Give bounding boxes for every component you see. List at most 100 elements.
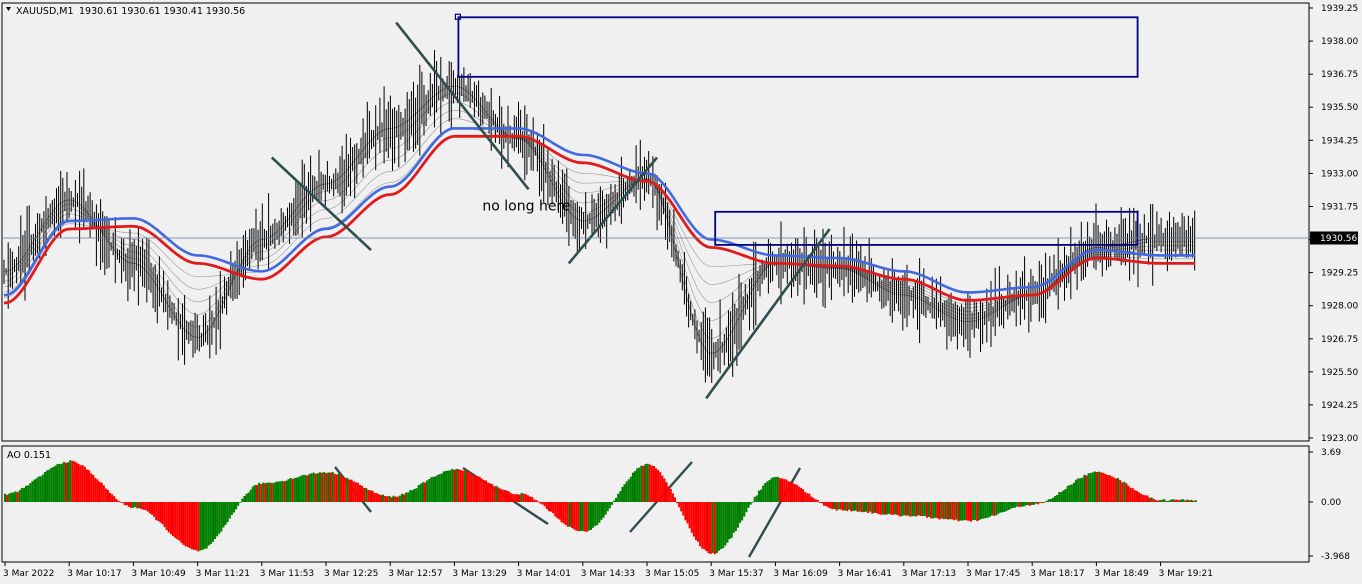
ao-bar [224,502,227,525]
ao-bar [419,483,422,502]
ao-bar [852,502,855,511]
ao-bar [552,502,555,514]
ao-bar [1075,479,1078,502]
price-tick-label: 1928.00 [1321,302,1358,312]
ao-bar [881,502,884,515]
ao-bar [867,502,870,514]
ao-bar [598,502,601,523]
ao-bar [184,502,187,547]
ao-bar [1140,493,1143,502]
ohlc-label: 1930.61 1930.61 1930.41 1930.56 [79,6,245,17]
ao-bar [827,502,830,508]
annotation-text[interactable]: no long here [482,198,570,214]
ao-bar [770,478,773,502]
ao-bar [1091,472,1094,502]
ao-bar [361,485,364,502]
ao-bar [1041,502,1044,504]
ao-bar [997,502,1000,514]
ao-bar [522,493,525,502]
ao-bar [388,495,391,502]
ao-bar [585,502,588,532]
ao-bar [676,502,679,504]
ao-bar [1188,500,1191,502]
ao-bar [804,492,807,502]
ao-bar [274,481,277,502]
ao-bar [73,461,76,502]
ao-bar [783,479,786,502]
ao-bar [806,493,809,502]
ao-bar [56,463,59,502]
ao-bar [692,502,695,537]
ao-bar [331,471,334,502]
ao-bar [243,496,246,502]
ao-bar [314,473,317,502]
ao-bar [862,502,865,512]
ao-bar [62,461,65,502]
chart-window[interactable]: 1939.25 1938.00 1936.75 1935.50 1934.25 1933.… [0,0,1362,584]
ao-bar [140,502,143,509]
ao-bar [604,502,607,515]
time-tick-label: 3 Mar 11:21 [196,569,250,579]
ao-bar [295,477,298,502]
ao-bar [193,502,196,550]
ao-bar [466,470,469,502]
ao-bar [982,502,985,519]
ao-bar [48,469,51,502]
ao-bar [157,502,160,521]
ao-bar [831,502,834,510]
ao-bar [304,474,307,502]
ao-bar [944,502,947,519]
ao-bar [508,491,511,502]
ao-bar [802,489,805,502]
ao-bar [833,502,836,509]
ao-bar [291,478,294,502]
chart-canvas[interactable]: 1939.25 1938.00 1936.75 1935.50 1934.25 1933.… [0,0,1362,584]
ao-bar [980,502,983,519]
ao-bar [741,502,744,521]
ao-bar [699,502,702,547]
ao-bar [88,470,91,502]
ao-bar [577,502,580,532]
ao-bar [369,490,372,502]
ao-bar [474,475,477,502]
ao-bar [440,473,443,502]
ao-bar [195,502,198,551]
ao-bar [671,493,674,502]
ao-bar [348,479,351,502]
ao-bar [1125,483,1128,502]
ao-bar [644,464,647,502]
price-tick-label: 1926.75 [1321,335,1358,345]
ao-bar [478,476,481,502]
ao-bar [1100,472,1103,502]
ao-bar [123,502,126,506]
ao-bar [409,490,412,502]
ao-bar [1087,473,1090,502]
ao-bar [634,471,637,502]
ao-bar [201,502,204,550]
ao-bar [648,464,651,502]
price-tick-label: 1936.75 [1321,70,1358,80]
ao-bar [518,494,521,502]
ao-bar [190,502,193,550]
ao-bar [400,493,403,502]
ao-bar [753,496,756,502]
ao-bar [543,502,546,507]
ao-bar [18,490,21,502]
ao-bar [1083,474,1086,502]
ao-bar [151,502,154,515]
time-tick-label: 3 Mar 17:13 [902,569,956,579]
ao-bar [367,490,370,502]
ao-bar [405,492,408,502]
ao-bar [379,495,382,502]
ao-bar [936,502,939,519]
ao-bar [272,482,275,502]
ao-bar [20,488,23,502]
ao-bar [564,502,567,526]
ao-bar [283,481,286,502]
ao-bar [928,502,931,517]
ao-bar [333,473,336,502]
ao-bar [940,502,943,519]
ao-bar [96,479,99,502]
time-tick-label: 3 Mar 12:57 [388,569,442,579]
ao-bar [421,482,424,502]
